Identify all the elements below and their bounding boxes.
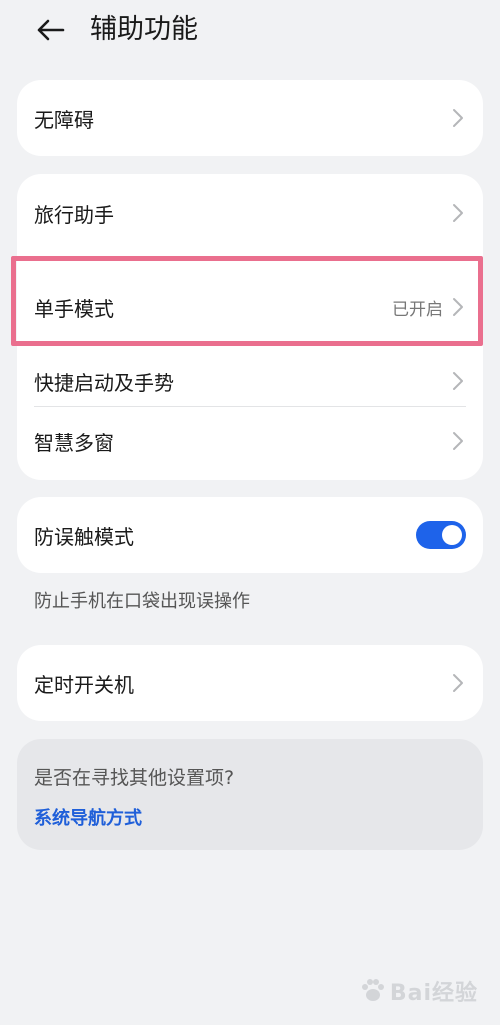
chevron-right-icon [451, 202, 465, 224]
row-pocket-mode: 防误触模式 [17, 497, 483, 573]
row-label: 智慧多窗 [34, 430, 114, 455]
status-value: 已开启 [392, 299, 443, 320]
baidu-watermark: Bai经验 [358, 975, 478, 1007]
row-accessibility[interactable]: 无障碍 [17, 80, 483, 156]
back-arrow-icon [37, 19, 65, 41]
paw-logo-icon [361, 979, 384, 1001]
chevron-right-icon [451, 107, 465, 129]
card-gestures: 旅行助手 单手模式 已开启 快捷启动及手势 智慧多窗 [17, 174, 483, 480]
chevron-right-icon [451, 672, 465, 694]
system-navigation-link[interactable]: 系统导航方式 [34, 804, 142, 830]
chevron-right-icon [451, 296, 465, 318]
card-scheduled-power: 定时开关机 [17, 645, 483, 721]
row-label: 旅行助手 [34, 202, 114, 227]
chevron-right-icon [451, 430, 465, 452]
pocket-mode-toggle[interactable] [416, 521, 466, 549]
row-travel-assistant[interactable]: 旅行助手 [17, 174, 483, 252]
toggle-knob [442, 525, 462, 545]
row-label: 定时开关机 [34, 672, 134, 697]
watermark-text: Bai经验 [389, 981, 478, 1006]
card-pocket-mode: 防误触模式 [17, 497, 483, 573]
row-scheduled-power[interactable]: 定时开关机 [17, 645, 483, 721]
suggestion-card: 是否在寻找其他设置项? 系统导航方式 [17, 739, 483, 850]
row-one-hand-mode[interactable]: 单手模式 已开启 [17, 266, 483, 348]
chevron-right-icon [451, 370, 465, 392]
card-accessibility: 无障碍 [17, 80, 483, 156]
back-button[interactable] [30, 12, 70, 48]
page-title: 辅助功能 [90, 14, 198, 45]
pocket-mode-description: 防止手机在口袋出现误操作 [34, 591, 250, 612]
suggestion-question: 是否在寻找其他设置项? [34, 767, 235, 789]
row-multi-window[interactable]: 智慧多窗 [17, 407, 483, 475]
row-label: 单手模式 [34, 296, 114, 321]
row-label: 防误触模式 [34, 524, 134, 549]
row-label: 快捷启动及手势 [34, 370, 174, 395]
header-bar: 辅助功能 [0, 0, 500, 62]
row-label: 无障碍 [34, 107, 94, 132]
row-shortcut-gestures[interactable]: 快捷启动及手势 [17, 348, 483, 414]
